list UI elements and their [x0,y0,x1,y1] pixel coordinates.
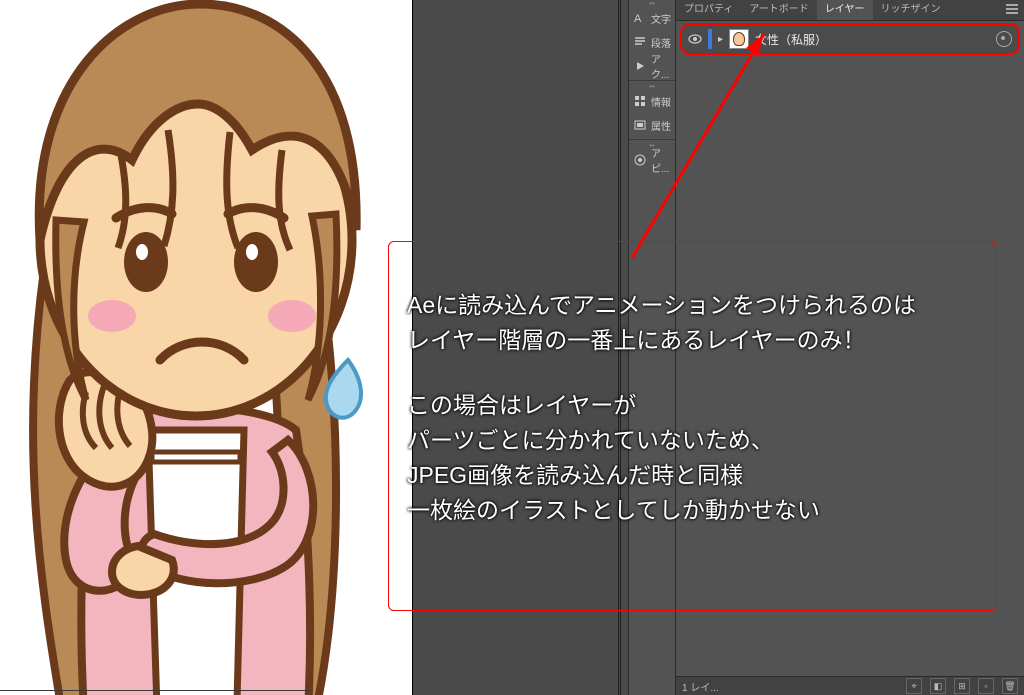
tab-rich[interactable]: リッチザイン [873,0,949,20]
target-icon[interactable] [996,31,1012,47]
visibility-icon[interactable] [688,32,702,46]
svg-text:A: A [634,13,642,25]
panel-icon-character[interactable]: A 文字 [629,6,675,30]
layers-list: ▸ 女性（私服） [676,23,1024,55]
info-icon [633,94,647,108]
panel-icon-actions[interactable]: アク... [629,54,675,78]
panel-label: アク... [651,51,671,81]
panel-label: 属性 [651,118,671,133]
character-icon: A [633,11,647,25]
panel-label: アピ... [651,145,671,175]
annotation-callout: Aeに読み込んでアニメーションをつけられるのは レイヤー階層の一番上にあるレイヤ… [388,241,996,611]
panel-tabs: プロパティ アートボード レイヤー リッチザイン [676,0,1024,21]
paragraph-icon [633,35,647,49]
play-icon [633,59,647,73]
new-layer-icon[interactable]: ▫ [978,678,994,694]
clip-mask-icon[interactable]: ◧ [930,678,946,694]
panel-label: 文字 [651,11,671,26]
tab-layers[interactable]: レイヤー [817,0,873,20]
canvas-area [0,0,424,695]
layer-name[interactable]: 女性（私服） [755,31,827,48]
callout-text-2: この場合はレイヤーが パーツごとに分かれていないため、 JPEG画像を読み込んだ… [407,388,977,528]
layer-row[interactable]: ▸ 女性（私服） [680,23,1020,55]
appearance-icon [633,153,647,167]
panel-icon-appearance[interactable]: アピ... [629,148,675,172]
panel-label: 段落 [651,35,671,50]
artboard[interactable] [0,0,412,695]
expand-chevron-icon[interactable]: ▸ [718,34,723,45]
panel-icon-info[interactable]: 情報 [629,89,675,113]
layer-count-label: 1 レイ... [682,679,719,694]
locate-layer-icon[interactable]: ⌖ [906,678,922,694]
callout-text-1: Aeに読み込んでアニメーションをつけられるのは レイヤー階層の一番上にあるレイヤ… [407,288,977,358]
panel-icon-attributes[interactable]: 属性 [629,113,675,137]
panel-menu-icon[interactable] [1000,4,1024,17]
app-root: •• A 文字 段落 アク... •• 情報 [0,0,1024,695]
panel-label: 情報 [651,94,671,109]
layer-color-swatch [708,29,712,49]
canvas-baseline [0,690,310,691]
attributes-icon [633,118,647,132]
tab-artboard[interactable]: アートボード [741,0,816,20]
tab-properties[interactable]: プロパティ [676,0,741,20]
layer-thumbnail [729,29,749,49]
illustration [0,0,412,695]
layers-status-bar: 1 レイ... ⌖ ◧ ⊞ ▫ 🗑 [676,676,1024,695]
new-sublayer-icon[interactable]: ⊞ [954,678,970,694]
delete-layer-icon[interactable]: 🗑 [1002,678,1018,694]
